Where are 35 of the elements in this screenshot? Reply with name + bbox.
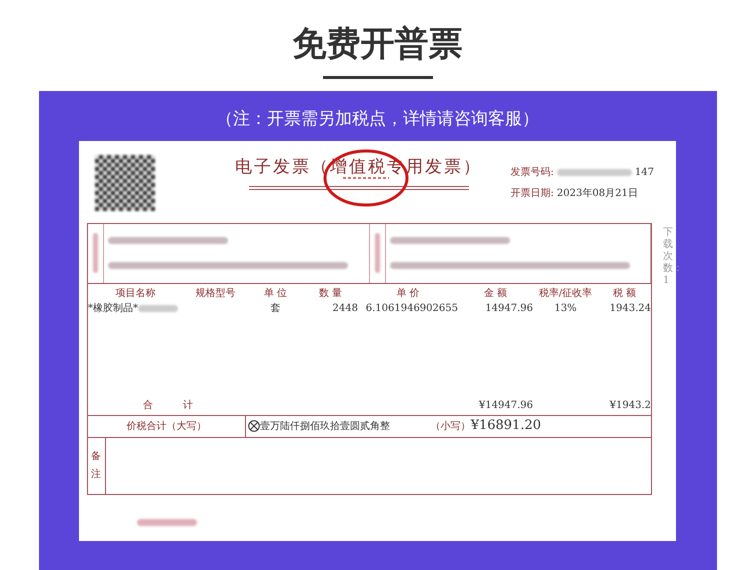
column-header: 项目名称 (114, 286, 156, 300)
remarks-label: 备注 (88, 438, 106, 494)
column-header: 单 位 (262, 286, 288, 300)
item-unit-price: 6.1061946902655 (364, 302, 458, 316)
item-name: *橡胶制品* (88, 302, 138, 316)
item-tax-rate: 13% (553, 302, 578, 316)
total-label: 合 计 (142, 398, 194, 412)
invoice-number-tail: 147 (634, 166, 654, 180)
grand-total-small: ¥16891.20 (470, 417, 541, 436)
column-header: 单 价 (395, 286, 421, 300)
column-header: 规格型号 (194, 286, 236, 300)
note-text: （注：开票需另加税点，详情请咨询客服） (216, 108, 539, 131)
blurred-text (137, 518, 197, 526)
blurred-text (93, 233, 98, 273)
issue-date-label: 开票日期: (510, 186, 554, 200)
total-amount: ¥14947.96 (478, 398, 533, 412)
column-header: 税率/征收率 (538, 286, 594, 300)
issue-date: 2023年08月21日 (556, 186, 638, 200)
invoice-number-label: 发票号码: (510, 166, 554, 180)
item-unit: 套 (270, 302, 282, 316)
blurred-text (374, 233, 380, 273)
grand-total-small-label: （小写） (430, 420, 471, 434)
column-header: 金 额 (482, 286, 508, 300)
blurred-text (138, 304, 178, 312)
item-amount: 14947.96 (484, 302, 533, 316)
grand-total-words: 壹万陆仟捌佰玖拾壹圆贰角整 (260, 420, 390, 434)
item-tax: 1943.24 (608, 302, 651, 316)
column-header: 税 额 (612, 286, 638, 300)
item-quantity: 2448 (332, 302, 358, 316)
page-heading: 免费开普票 (292, 23, 462, 66)
crossed-circle-icon (248, 420, 260, 432)
qr-code-icon (95, 154, 155, 210)
grand-total-label: 价税合计（大写） (88, 416, 246, 436)
total-tax: ¥1943.2 (608, 398, 651, 412)
column-header: 数 量 (318, 286, 344, 300)
